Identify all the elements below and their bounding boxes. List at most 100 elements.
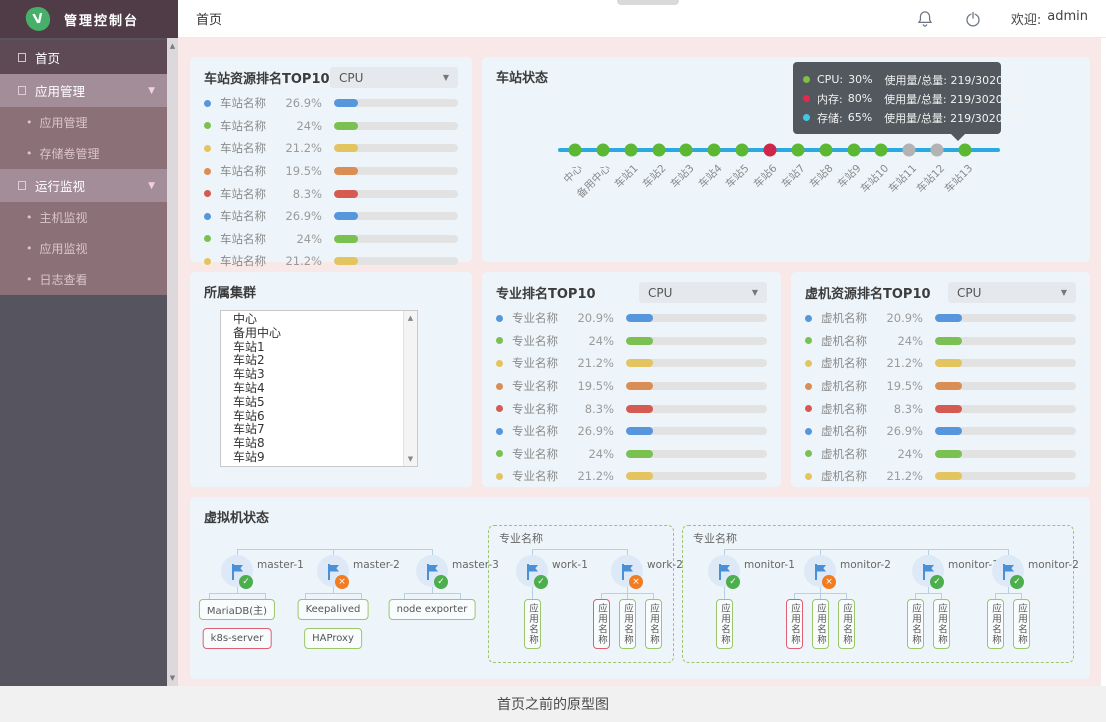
metric-dropdown[interactable]: CPU ▼ [639,282,767,303]
scroll-up-icon[interactable]: ▲ [404,314,417,322]
station-dot[interactable] [875,144,888,157]
rank-item-value: 8.3% [881,402,923,416]
vm-app-box: k8s-server [203,628,272,649]
station-dot[interactable] [931,144,944,157]
rank-bar-track [626,472,767,480]
rank-item-value: 24% [881,334,923,348]
metric-dropdown[interactable]: CPU ▼ [948,282,1076,303]
sidebar-subitem-log-view[interactable]: •日志查看 [0,264,167,295]
vm-app-box: HAProxy [304,628,362,649]
cluster-option[interactable]: 车站4 [221,382,403,396]
rank-item-value: 26.9% [280,96,322,110]
sidebar-subitem-app-mon[interactable]: •应用监视 [0,233,167,264]
rank-row: 专业名称21.2% [496,352,767,375]
sidebar-subitem-host-mon[interactable]: •主机监视 [0,202,167,233]
chevron-down-icon: ▼ [1061,288,1067,297]
panel-head: 专业排名TOP10 CPU ▼ [482,272,781,305]
rank-dot-icon [204,145,211,152]
cluster-option[interactable]: 备用中心 [221,327,403,341]
metric-dropdown[interactable]: CPU ▼ [330,67,458,88]
rank-list: 专业名称20.9%专业名称24%专业名称21.2%专业名称19.5%专业名称8.… [482,305,781,488]
station-label: 车站6 [750,161,780,191]
rank-bar-fill [626,450,653,458]
bullet-icon: • [26,211,33,224]
station-dot[interactable] [596,144,609,157]
sidebar-item-run-monitor[interactable]: 运行监视▼ [0,169,167,202]
rank-item-label: 车站名称 [220,208,280,224]
app-title: 管理控制台 [64,10,139,29]
rank-item-value: 21.2% [572,469,614,483]
sidebar-subitem-storage[interactable]: •存储卷管理 [0,138,167,169]
station-dot[interactable] [959,144,972,157]
sidebar-header: V 管理控制台 [0,0,178,38]
scroll-down-icon[interactable]: ▼ [167,674,178,682]
sidebar-item-label: 首页 [35,48,60,67]
rank-item-value: 21.2% [881,469,923,483]
tooltip-dot-icon [803,114,810,121]
vm-app-box: Keepalived [298,599,369,620]
rank-dot-icon [496,473,503,480]
bell-icon[interactable] [915,9,935,29]
breadcrumb[interactable]: 首页 [196,9,222,28]
rank-item-value: 24% [881,447,923,461]
station-label: 车站11 [885,161,920,196]
rank-item-label: 专业名称 [512,446,572,462]
cluster-option[interactable]: 中心 [221,313,403,327]
station-dot[interactable] [708,144,721,157]
rank-bar-track [334,144,458,152]
station-dot[interactable] [847,144,860,157]
panel-title: 车站资源排名TOP10 [204,68,330,87]
caption-text: 首页之前的原型图 [497,694,609,714]
station-label: 车站10 [857,161,892,196]
status-ok-icon: ✓ [434,575,448,589]
station-label: 车站7 [778,161,808,191]
scroll-up-icon[interactable]: ▲ [167,42,178,50]
station-dot[interactable] [652,144,665,157]
bullet-icon: • [26,147,33,160]
rank-bar-track [626,427,767,435]
sidebar: V 管理控制台 首页应用管理▼•应用管理•存储卷管理运行监视▼•主机监视•应用监… [0,0,178,686]
rank-dot-icon [805,428,812,435]
rank-bar-fill [935,337,962,345]
station-dot[interactable] [624,144,637,157]
rank-bar-track [935,472,1076,480]
rank-row: 虚机名称21.2% [805,465,1076,488]
sidebar-subitem-app-mgmt[interactable]: •应用管理 [0,107,167,138]
panel-vm-status: 虚拟机状态 ✓master-1MariaDB(主)k8s-server×mast… [190,497,1090,679]
station-dot[interactable] [569,144,582,157]
rank-row: 虚机名称24% [805,443,1076,466]
tooltip-percent: 80% [848,92,872,105]
sidebar-item-home[interactable]: 首页 [0,40,167,74]
station-dot[interactable] [764,144,777,157]
cluster-option[interactable]: 车站8 [221,437,403,451]
scroll-down-icon[interactable]: ▼ [404,455,417,463]
vm-app-box: 应用名称 [1013,599,1030,649]
station-dot[interactable] [680,144,693,157]
rank-bar-fill [334,144,358,152]
rank-row: 车站名称26.9% [204,205,458,228]
station-dot[interactable] [819,144,832,157]
sidebar-item-app-mgmt[interactable]: 应用管理▼ [0,74,167,107]
rank-bar-track [626,382,767,390]
sidebar-scrollbar[interactable]: ▲ ▼ [167,38,178,686]
rank-item-value: 26.9% [280,209,322,223]
rank-bar-track [935,427,1076,435]
cluster-option[interactable]: 车站9 [221,451,403,465]
station-dot[interactable] [736,144,749,157]
rank-bar-track [626,450,767,458]
listbox-scrollbar[interactable]: ▲ ▼ [403,311,417,466]
station-dot[interactable] [791,144,804,157]
vm-node-name: work-1 [552,559,588,571]
power-icon[interactable] [963,9,983,29]
rank-row: 专业名称21.2% [496,465,767,488]
cluster-option[interactable]: 车站3 [221,368,403,382]
status-tooltip: CPU:30%使用量/总量: 219/3020 核内存:80%使用量/总量: 2… [793,62,1001,134]
cluster-listbox[interactable]: 中心备用中心车站1车站2车站3车站4车站5车站6车站7车站8车站9 ▲ ▼ [220,310,418,467]
rank-row: 专业名称8.3% [496,397,767,420]
rank-bar-fill [935,450,962,458]
station-dot[interactable] [903,144,916,157]
caption-bar: 首页之前的原型图 [0,686,1106,722]
cluster-option[interactable]: 车站5 [221,396,403,410]
rank-bar-track [935,405,1076,413]
rank-bar-track [334,122,458,130]
